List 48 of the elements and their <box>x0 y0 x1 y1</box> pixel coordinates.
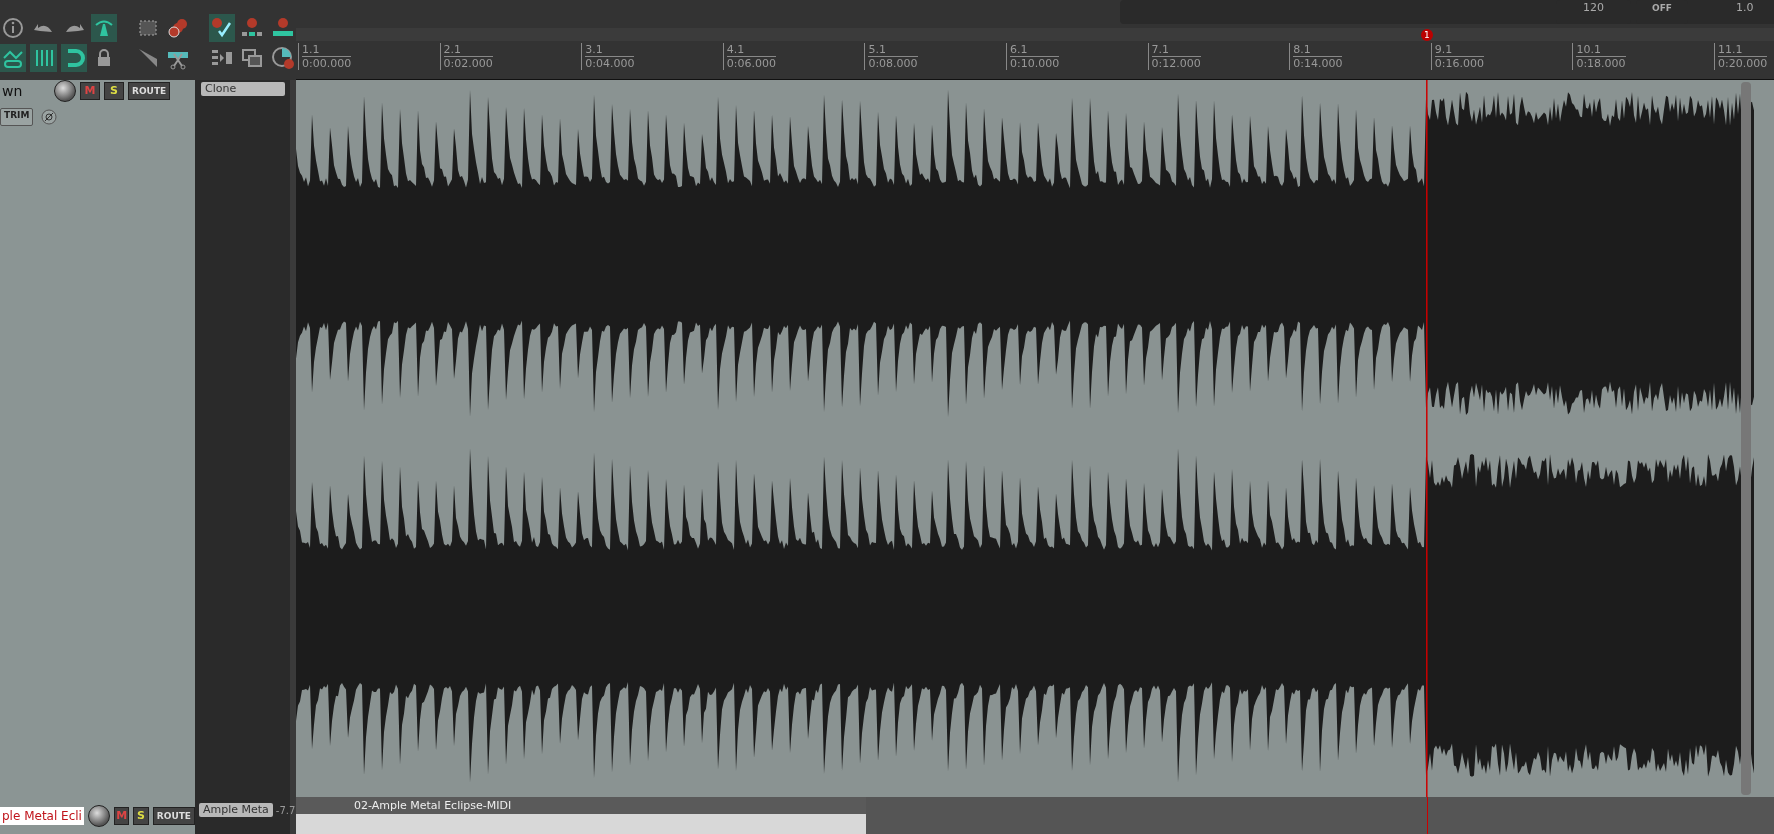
solo-button[interactable]: S <box>133 806 149 825</box>
ruler-bar-label: 9.1 <box>1434 43 1484 57</box>
fx-slot[interactable]: Clone <box>201 82 285 96</box>
ruler-time-label: 0:16.000 <box>1434 57 1484 70</box>
ruler-time-label: 0:14.000 <box>1293 57 1343 70</box>
playrate-reading: 1.0 <box>1736 0 1754 16</box>
ruler-time-label: 0:02.000 <box>443 57 493 70</box>
volume-knob[interactable] <box>87 804 110 827</box>
track-name[interactable]: ple Metal Ecli <box>0 806 84 825</box>
ruler-time-label: 0:08.000 <box>868 57 918 70</box>
phase-button[interactable] <box>41 109 58 125</box>
ruler-time-label: 0:06.000 <box>726 57 776 70</box>
route-button[interactable]: ROUTE <box>128 82 171 100</box>
ruler-bar-label: 3.1 <box>585 43 635 57</box>
volume-knob[interactable] <box>54 80 76 102</box>
scrollbar[interactable] <box>1741 82 1751 795</box>
ruler-bar-label: 6.1 <box>1010 43 1060 57</box>
road-button[interactable] <box>91 14 118 42</box>
ruler-bar-label: 2.1 <box>443 43 493 57</box>
ruler-bar-label: 8.1 <box>1293 43 1343 57</box>
route-button[interactable]: ROUTE <box>152 806 195 825</box>
info-icon <box>1 16 26 40</box>
grid-button[interactable] <box>30 44 57 72</box>
ruler-bar-label: 4.1 <box>726 43 776 57</box>
marker-flag[interactable]: 1 <box>1420 29 1433 41</box>
clock-icon <box>270 46 295 70</box>
track-name[interactable]: wn <box>0 82 50 100</box>
ruler-time-label: 0:20.000 <box>1718 57 1768 70</box>
trim-button[interactable]: TRIM <box>0 108 34 126</box>
windows-icon <box>240 46 265 70</box>
fx-slot[interactable]: Ample Meta <box>199 803 273 817</box>
ruler-bar-label: 11.1 <box>1718 43 1768 57</box>
ruler-time-label: 0:18.000 <box>1576 57 1626 70</box>
solo-button[interactable]: S <box>104 82 124 100</box>
midi-item[interactable]: 02-Ample Metal Eclipse-MIDI <box>296 797 866 814</box>
ruler-time-label: 0:12.000 <box>1151 57 1201 70</box>
ruler-bar-label: 5.1 <box>868 43 918 57</box>
checkmark-button[interactable] <box>208 14 236 42</box>
ruler-bar-label: 10.1 <box>1576 43 1626 57</box>
ruler-bar-label: 1.1 <box>302 43 352 57</box>
envelope-link-button[interactable] <box>0 44 27 72</box>
magnet-button[interactable] <box>60 44 88 72</box>
ruler-time-label: 0:00.000 <box>302 57 352 70</box>
clock-button[interactable] <box>269 44 296 72</box>
meter-reading: -7.7 <box>275 804 296 818</box>
ruler-time-label: 0:10.000 <box>1010 57 1060 70</box>
ruler-time-label: 0:04.000 <box>585 57 635 70</box>
ruler-bar-label: 7.1 <box>1151 43 1201 57</box>
